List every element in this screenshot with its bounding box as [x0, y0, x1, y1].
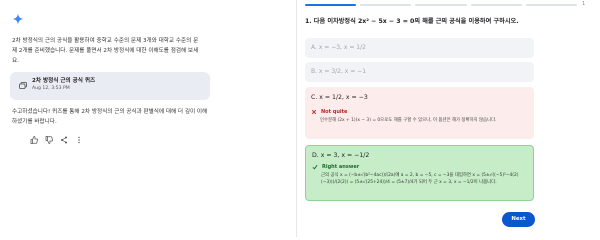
- option-label: A. x = −3, x = 1/2: [311, 44, 366, 51]
- option-c-incorrect[interactable]: C. x = 1/2, x = −3 Not quite 인수분해 (2x + …: [305, 87, 534, 139]
- feedback-text: 근의 공식 x = (−b±√(b²−4ac))/(2a)에 a = 2, b …: [321, 173, 519, 185]
- option-d-correct[interactable]: D. x = 3, x = −1/2 Right answer 근의 공식 x …: [305, 145, 534, 201]
- share-icon[interactable]: [60, 136, 68, 144]
- feedback-header: Not quite: [311, 109, 528, 115]
- feedback-header: Right answer: [312, 164, 527, 170]
- option-label: B. x = 3/2, x = −1: [311, 68, 367, 75]
- progress-segment: [470, 4, 522, 6]
- response-intro-text: 2차 방정식의 근의 공식을 활용하여 중학교 수준의 문제 3개와 대학교 수…: [12, 38, 199, 64]
- feedback-text: 인수분해 (2x + 1)(x − 3) = 0으로도 해를 구할 수 있으나,…: [320, 118, 497, 123]
- progress-segment: [525, 4, 578, 6]
- question-text: 1. 다음 이차방정식 2x² − 5x − 3 = 0의 해를 근의 공식을 …: [305, 18, 519, 25]
- progress-segment: [415, 4, 467, 6]
- progress-segment: [305, 4, 357, 6]
- question-counter: 1: [582, 1, 586, 7]
- response-actions: [30, 136, 83, 144]
- more-icon[interactable]: [75, 136, 83, 144]
- thumbs-down-icon[interactable]: [45, 136, 53, 144]
- cards-icon: [19, 82, 27, 89]
- close-icon: [311, 109, 317, 115]
- option-label: D. x = 3, x = −1/2: [312, 152, 370, 159]
- quiz-card-date: Aug 12, 3:53 PM: [32, 86, 70, 91]
- quiz-progress-bar: [305, 4, 578, 6]
- response-outro-text: 수고하셨습니다! 퀴즈를 통해 2차 방정식의 근의 공식과 판별식에 대해 더…: [12, 109, 208, 125]
- option-b[interactable]: B. x = 3/2, x = −1: [305, 62, 534, 82]
- quiz-panel: 1 1. 다음 이차방정식 2x² − 5x − 3 = 0의 해를 근의 공식…: [297, 0, 600, 237]
- feedback-title: Right answer: [322, 164, 360, 170]
- quiz-card[interactable]: 2차 방정식 근의 공식 퀴즈 Aug 12, 3:53 PM: [10, 72, 210, 100]
- option-label: C. x = 1/2, x = −3: [311, 94, 368, 101]
- check-icon: [312, 164, 318, 170]
- feedback-title: Not quite: [321, 109, 348, 115]
- thumbs-up-icon[interactable]: [30, 136, 38, 144]
- chat-panel: 2차 방정식의 근의 공식을 활용하여 중학교 수준의 문제 3개와 대학교 수…: [0, 0, 296, 237]
- next-button[interactable]: Next: [502, 212, 535, 227]
- gemini-spark-icon: [12, 13, 24, 25]
- option-a[interactable]: A. x = −3, x = 1/2: [305, 38, 534, 58]
- progress-segment: [360, 4, 412, 6]
- quiz-card-title: 2차 방정식 근의 공식 퀴즈: [32, 78, 96, 84]
